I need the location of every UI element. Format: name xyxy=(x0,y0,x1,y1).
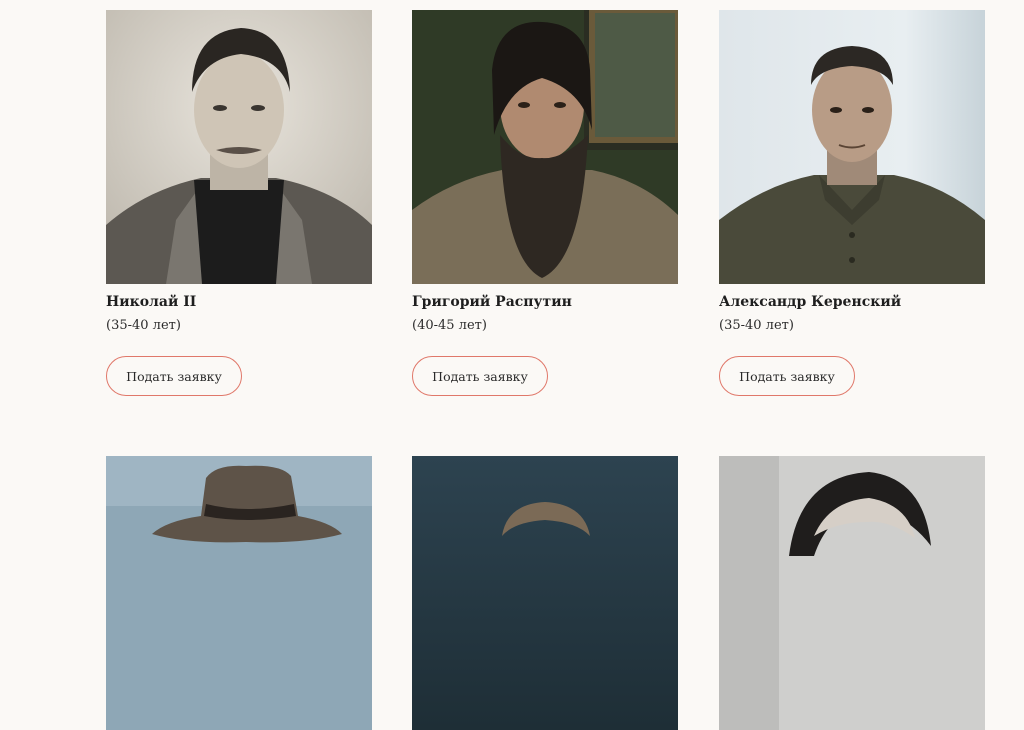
character-photo xyxy=(719,456,985,730)
character-photo xyxy=(106,10,372,284)
character-name: Григорий Распутин xyxy=(412,294,572,310)
character-card xyxy=(106,456,372,730)
apply-button[interactable]: Подать заявку xyxy=(412,356,548,396)
apply-button[interactable]: Подать заявку xyxy=(106,356,242,396)
character-card: Николай II (35-40 лет) Подать заявку xyxy=(106,10,372,396)
character-card: Александр Керенский (35-40 лет) Подать з… xyxy=(719,10,985,396)
character-age: (40-45 лет) xyxy=(412,318,487,333)
apply-button[interactable]: Подать заявку xyxy=(719,356,855,396)
character-card xyxy=(719,456,985,730)
character-age: (35-40 лет) xyxy=(106,318,181,333)
character-card xyxy=(412,456,678,730)
character-photo xyxy=(412,456,678,730)
character-name: Николай II xyxy=(106,294,197,310)
character-photo xyxy=(719,10,985,284)
character-photo xyxy=(106,456,372,730)
character-name: Александр Керенский xyxy=(719,294,902,310)
character-age: (35-40 лет) xyxy=(719,318,794,333)
character-photo xyxy=(412,10,678,284)
character-card: Григорий Распутин (40-45 лет) Подать зая… xyxy=(412,10,678,396)
